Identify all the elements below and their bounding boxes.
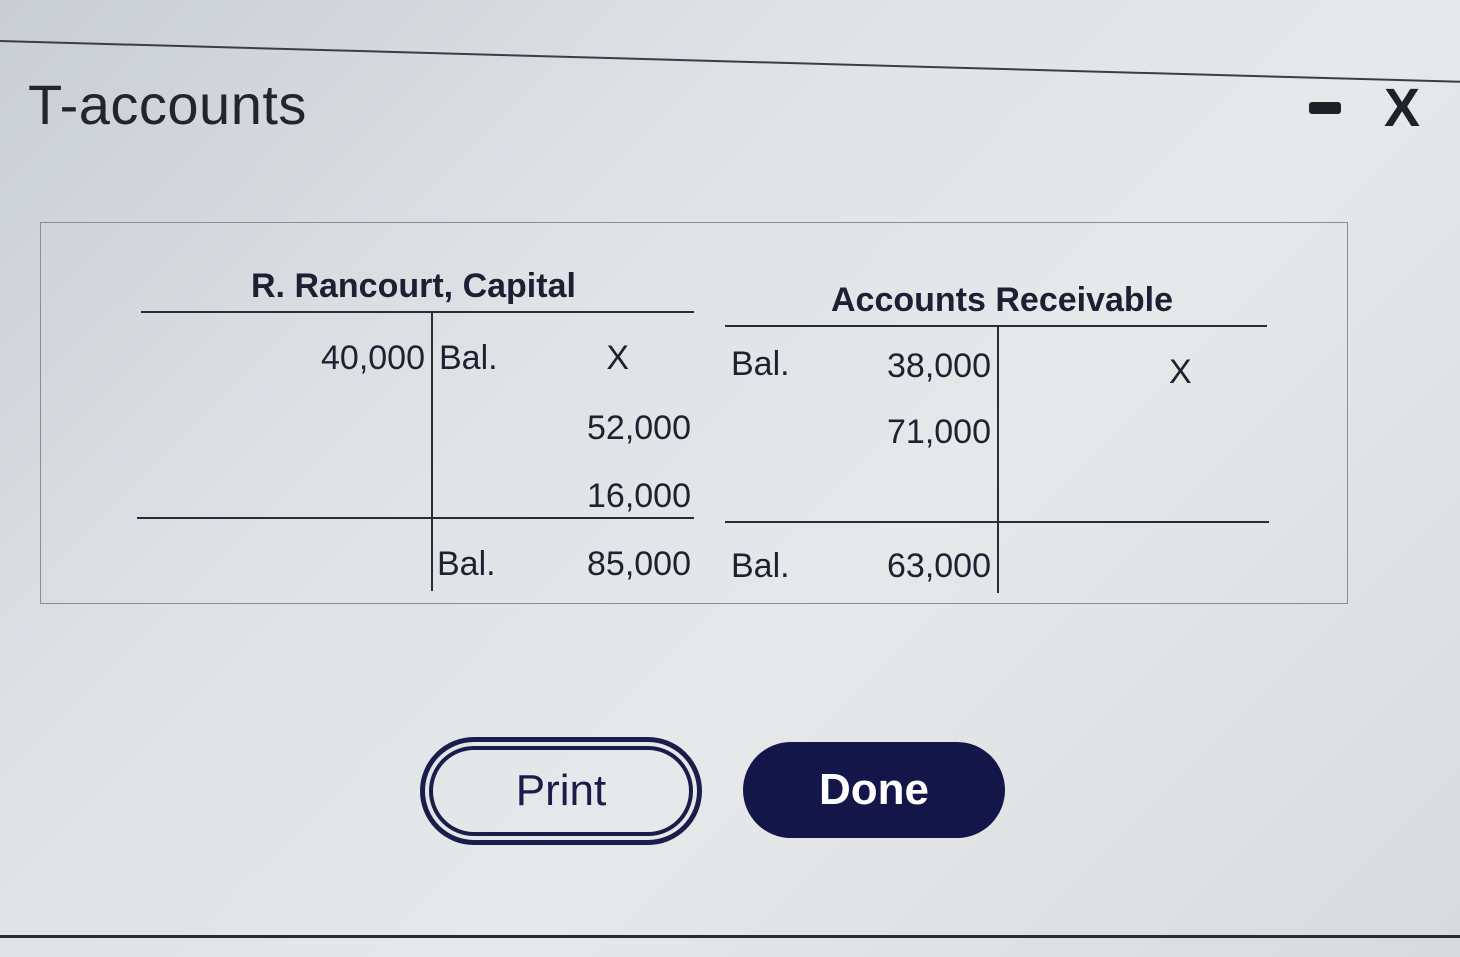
account-title: Accounts Receivable	[831, 281, 1174, 319]
t-account-divider	[997, 327, 999, 593]
t-account-divider	[431, 313, 433, 591]
print-button-label: Print	[429, 746, 693, 836]
credit-label: Bal.	[439, 339, 498, 377]
done-button[interactable]: Done	[743, 742, 1005, 838]
credit-amount: X	[1169, 353, 1192, 391]
balance-label: Bal.	[731, 547, 790, 585]
balance-amount: 63,000	[887, 547, 991, 585]
balance-amount: 85,000	[587, 545, 691, 583]
t-accounts-panel: R. Rancourt, Capital 40,000 Bal. X 52,00…	[40, 222, 1348, 604]
t-account-top-line	[725, 325, 1267, 327]
debit-amount: 40,000	[321, 339, 425, 377]
t-account-top-line	[141, 311, 694, 313]
dialog-title: T-accounts	[28, 73, 307, 136]
debit-amount: 38,000	[887, 347, 991, 385]
t-account-total-line	[725, 521, 1269, 523]
credit-amount: 16,000	[587, 477, 691, 515]
account-title: R. Rancourt, Capital	[251, 267, 576, 305]
minimize-icon	[1309, 102, 1341, 114]
t-account-total-line	[137, 517, 694, 519]
minimize-button[interactable]	[1300, 78, 1350, 138]
debit-amount: 71,000	[887, 413, 991, 451]
debit-label: Bal.	[731, 345, 790, 383]
dialog-top-edge	[0, 0, 1460, 83]
close-button[interactable]: X	[1372, 78, 1432, 138]
dialog-bottom-edge	[0, 935, 1460, 938]
balance-label: Bal.	[437, 545, 496, 583]
credit-amount: 52,000	[587, 409, 691, 447]
print-button[interactable]: Print	[420, 737, 702, 845]
credit-amount: X	[606, 339, 629, 377]
